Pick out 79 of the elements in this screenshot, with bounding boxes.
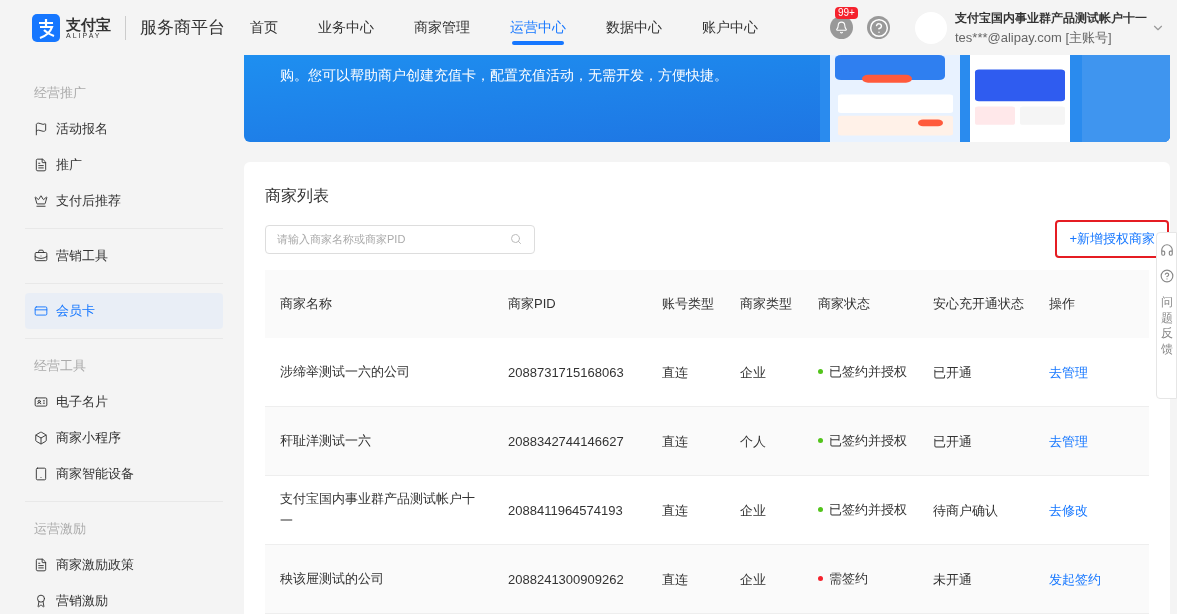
sidebar-item[interactable]: 商家小程序 <box>25 420 223 456</box>
sidebar-item[interactable]: 电子名片 <box>25 384 223 420</box>
help-icon[interactable] <box>867 16 890 39</box>
column-header: 商家名称 <box>280 295 333 313</box>
merchant-name: 支付宝国内事业群产品测试帐户十一 <box>280 490 476 530</box>
cube-icon <box>34 431 48 445</box>
column-header: 操作 <box>1049 295 1076 313</box>
merchant-name: 涉缔举测试一六的公司 <box>280 363 411 381</box>
anxin-status: 未开通 <box>933 572 972 587</box>
tablet-icon <box>34 467 48 481</box>
merchant-name: 秆耻洋测试一六 <box>280 432 372 450</box>
sidebar-section-title: 运营激励 <box>33 520 87 539</box>
banner-text: 购。您可以帮助商户创建充值卡，配置充值活动，无需开发，方便快捷。 <box>280 66 729 85</box>
action-link[interactable]: 去管理 <box>1049 365 1088 380</box>
headset-icon[interactable] <box>1159 243 1174 257</box>
merchant-name: 秧该屉测试的公司 <box>280 570 385 588</box>
sidebar-section-title: 经营工具 <box>33 357 87 376</box>
sidebar-item[interactable]: 支付后推荐 <box>25 183 223 219</box>
document-icon <box>34 558 48 572</box>
sidebar-item[interactable]: 营销工具 <box>25 238 223 274</box>
merchant-status: 已签约并授权 <box>829 363 907 381</box>
account-name: 支付宝国内事业群产品测试帐户十一 <box>955 9 1147 27</box>
anxin-status: 已开通 <box>933 434 972 449</box>
account-type: 直连 <box>662 434 688 449</box>
sidebar-item[interactable]: 会员卡 <box>25 293 223 329</box>
account-email: tes***@alipay.com [主账号] <box>955 28 1113 47</box>
column-header: 商家PID <box>508 295 557 313</box>
sidebar-item[interactable]: 商家激励政策 <box>25 547 223 583</box>
nav-tab[interactable]: 账户中心 <box>684 0 776 55</box>
column-header: 商家状态 <box>818 295 871 313</box>
nav-tab[interactable]: 数据中心 <box>588 0 680 55</box>
sidebar-item[interactable]: 推广 <box>25 147 223 183</box>
notification-badge: 99+ <box>835 7 858 19</box>
column-header: 安心充开通状态 <box>933 295 1024 313</box>
action-link[interactable]: 发起签约 <box>1049 572 1101 587</box>
help-icon[interactable] <box>1159 269 1174 283</box>
crown-icon <box>34 194 48 208</box>
bell-icon <box>835 21 848 34</box>
nav-tab[interactable]: 商家管理 <box>396 0 488 55</box>
action-link[interactable]: 去管理 <box>1049 434 1088 449</box>
platform-title: 服务商平台 <box>140 16 225 39</box>
section-title: 商家列表 <box>265 186 330 206</box>
merchant-pid: 2088342744146627 <box>508 434 624 449</box>
anxin-status: 已开通 <box>933 365 972 380</box>
nav-tab[interactable]: 业务中心 <box>300 0 392 55</box>
sidebar-section-title: 经营推广 <box>33 84 87 103</box>
merchant-status: 已签约并授权 <box>829 501 907 519</box>
merchant-status: 已签约并授权 <box>829 432 907 450</box>
sidebar-item[interactable]: 活动报名 <box>25 111 223 147</box>
search-field[interactable]: 请输入商家名称或商家PID <box>265 224 535 254</box>
account-type: 直连 <box>662 365 688 380</box>
feedback-link[interactable]: 问题反馈 <box>1160 295 1173 358</box>
account-type: 直连 <box>662 503 688 518</box>
briefcase-icon <box>34 249 48 263</box>
nav-tab[interactable]: 运营中心 <box>492 0 584 55</box>
action-link[interactable]: 去修改 <box>1049 503 1088 518</box>
nav-tab[interactable]: 首页 <box>232 0 296 55</box>
column-header: 商家类型 <box>740 295 793 313</box>
logo-icon <box>32 13 60 42</box>
id-card-icon <box>34 395 48 409</box>
search-icon <box>510 232 522 245</box>
column-header: 账号类型 <box>662 295 715 313</box>
anxin-status: 待商户确认 <box>933 503 998 518</box>
merchant-type: 企业 <box>740 365 766 380</box>
merchant-type: 企业 <box>740 503 766 518</box>
flag-icon <box>34 122 48 136</box>
merchant-pid: 2088731715168063 <box>508 365 624 380</box>
account-type: 直连 <box>662 572 688 587</box>
merchant-pid: 2088241300909262 <box>508 572 624 587</box>
sidebar-item[interactable]: 商家智能设备 <box>25 456 223 492</box>
document-icon <box>34 158 48 172</box>
logo-text: 支付宝 <box>66 16 111 32</box>
card-icon <box>34 304 48 318</box>
medal-icon <box>34 594 48 608</box>
merchant-pid: 2088411964574193 <box>508 503 623 518</box>
merchant-status: 需签约 <box>829 570 868 588</box>
sidebar-item[interactable]: 营销激励 <box>25 583 223 614</box>
merchant-type: 个人 <box>740 434 766 449</box>
merchant-type: 企业 <box>740 572 766 587</box>
